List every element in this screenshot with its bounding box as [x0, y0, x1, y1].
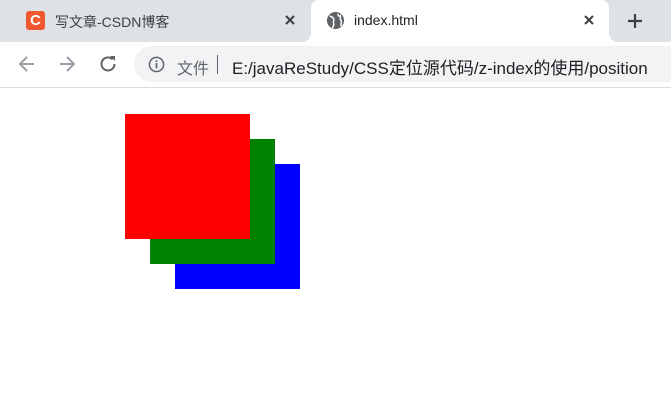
toolbar: 文件 E:/javaReStudy/CSS定位源代码/z-index的使用/po…: [0, 42, 671, 88]
address-bar[interactable]: 文件 E:/javaReStudy/CSS定位源代码/z-index的使用/po…: [134, 46, 671, 82]
tab-strip: C 写文章-CSDN博客 index.html: [0, 0, 671, 42]
page-content: [0, 89, 671, 415]
back-button[interactable]: [16, 53, 38, 75]
forward-button[interactable]: [56, 53, 78, 75]
tab-title: 写文章-CSDN博客: [55, 14, 170, 30]
close-icon[interactable]: [581, 12, 597, 28]
info-icon[interactable]: [148, 56, 165, 73]
tab-csdn[interactable]: C 写文章-CSDN博客: [0, 0, 306, 42]
csdn-icon: C: [26, 11, 45, 30]
reload-button[interactable]: [97, 53, 119, 75]
red-box: [125, 114, 250, 239]
scheme-label: 文件: [177, 61, 210, 78]
tab-index-html[interactable]: index.html: [303, 0, 617, 42]
tab-title: index.html: [354, 12, 418, 28]
url-text[interactable]: E:/javaReStudy/CSS定位源代码/z-index的使用/posit…: [232, 54, 648, 79]
new-tab-button[interactable]: [625, 11, 645, 31]
omnibox-divider: [217, 55, 218, 74]
globe-icon: [326, 11, 345, 30]
close-icon[interactable]: [282, 12, 298, 28]
